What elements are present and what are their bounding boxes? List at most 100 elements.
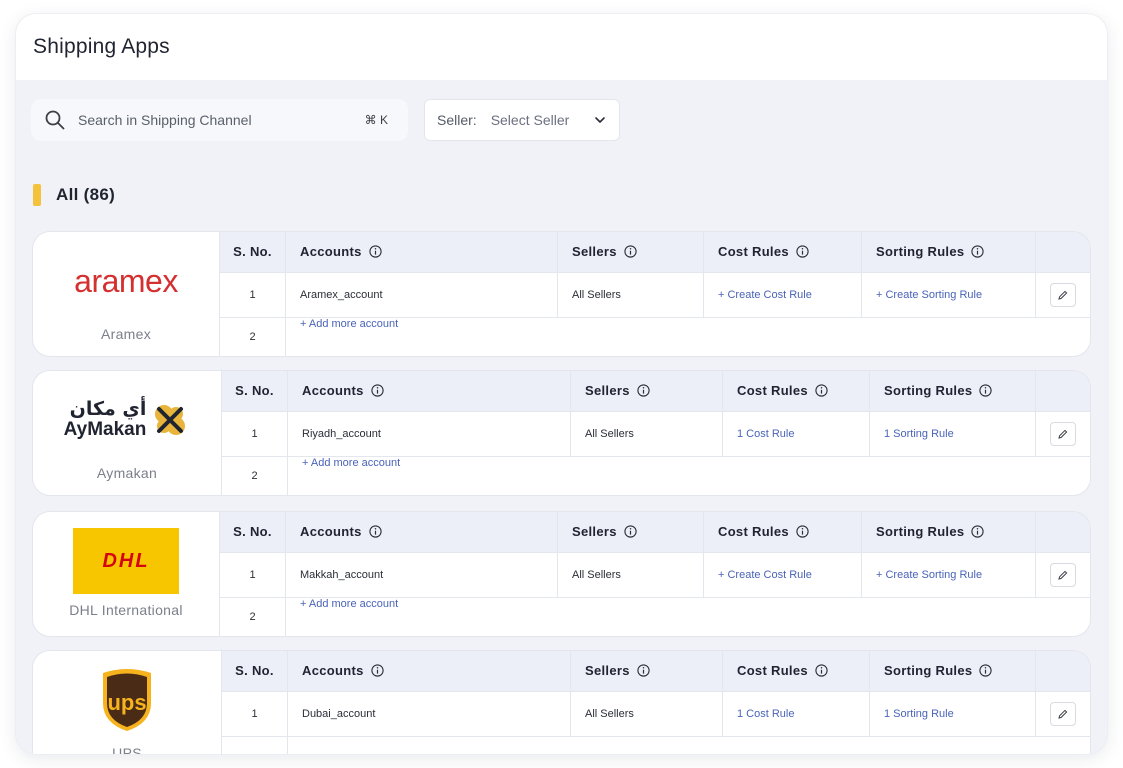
app-logo-column: aramex Aramex (33, 232, 220, 356)
create-cost-rule-link[interactable]: + Create Cost Rule (718, 289, 812, 301)
table-row: 1 Dubai_account All Sellers 1 Cost Rule … (222, 691, 1090, 738)
info-icon[interactable] (637, 384, 650, 397)
info-icon[interactable] (368, 245, 382, 258)
search-icon (45, 110, 65, 130)
sorting-rule-link[interactable]: 1 Sorting Rule (884, 708, 954, 720)
table-row: 1 Riyadh_account All Sellers 1 Cost Rule… (222, 411, 1090, 458)
row-sno: 1 (220, 272, 286, 318)
account-name: Dubai_account (288, 691, 571, 737)
info-icon[interactable] (624, 525, 637, 538)
page-header: Shipping Apps (16, 14, 1107, 80)
table-header-row: S. No. Accounts Sellers Cost Rules Sorti… (222, 371, 1090, 412)
sellers-value: All Sellers (571, 691, 723, 737)
shipping-app-card-aymakan: أي مكان AyMakan Aymakan S. No. Accounts … (32, 370, 1091, 496)
accounts-table: S. No. Accounts Sellers Cost Rules Sorti… (222, 371, 1090, 495)
header-actions (1036, 651, 1090, 691)
app-name: DHL International (69, 602, 183, 618)
header-sellers: Sellers (558, 232, 704, 272)
info-icon[interactable] (979, 664, 993, 677)
ups-logo-text: ups (107, 690, 147, 715)
app-name: Aramex (100, 326, 152, 342)
aramex-logo: aramex (74, 246, 178, 316)
header-sorting-rules: Sorting Rules (870, 651, 1036, 691)
table-header-row: S. No. Accounts Sellers Cost Rules Sorti… (220, 232, 1090, 273)
add-more-account-link[interactable]: + Add more account (288, 457, 1090, 495)
search-input[interactable]: Search in Shipping Channel ⌘ K (31, 99, 408, 141)
info-icon[interactable] (971, 525, 985, 538)
info-icon[interactable] (368, 525, 382, 538)
info-icon[interactable] (971, 245, 985, 258)
cost-rule-link[interactable]: 1 Cost Rule (737, 708, 794, 720)
info-icon[interactable] (815, 664, 828, 677)
info-icon[interactable] (624, 245, 637, 258)
cost-rule-link[interactable]: 1 Cost Rule (737, 428, 794, 440)
create-cost-rule-link[interactable]: + Create Cost Rule (718, 569, 812, 581)
account-name: Aramex_account (286, 272, 558, 318)
edit-button[interactable] (1050, 701, 1076, 726)
info-icon[interactable] (796, 525, 809, 538)
pencil-icon (1058, 290, 1068, 300)
header-sorting-rules: Sorting Rules (862, 512, 1036, 552)
add-more-account-link[interactable] (288, 737, 1090, 754)
sorting-rule-link[interactable]: 1 Sorting Rule (884, 428, 954, 440)
header-actions (1036, 232, 1090, 272)
header-sellers: Sellers (571, 371, 723, 411)
app-logo-column: أي مكان AyMakan Aymakan (33, 371, 222, 495)
info-icon[interactable] (370, 664, 384, 677)
row-sno: 2 (220, 318, 286, 356)
header-accounts: Accounts (288, 371, 571, 411)
add-more-account-link[interactable]: + Add more account (286, 598, 1090, 636)
table-row: 2 + Add more account (222, 457, 1090, 495)
sellers-value: All Sellers (558, 272, 704, 318)
table-row: 2 + Add more account (220, 598, 1090, 636)
header-cost-rules: Cost Rules (723, 651, 870, 691)
table-row (222, 737, 1090, 754)
header-sno: S. No. (222, 651, 288, 691)
add-more-account-link[interactable]: + Add more account (286, 318, 1090, 356)
header-accounts: Accounts (286, 232, 558, 272)
sellers-value: All Sellers (558, 552, 704, 598)
shipping-app-card-dhl: DHL DHL International S. No. Accounts Se… (32, 511, 1091, 637)
header-accounts: Accounts (286, 512, 558, 552)
seller-value: Select Seller (490, 112, 570, 128)
info-icon[interactable] (815, 384, 828, 397)
seller-label: Seller: (437, 112, 477, 128)
dhl-logo: DHL (73, 526, 179, 596)
aymakan-logo: أي مكان AyMakan (64, 385, 191, 455)
seller-select[interactable]: Seller: Select Seller (424, 99, 620, 141)
info-icon[interactable] (979, 384, 993, 397)
app-logo-column: DHL DHL International (33, 512, 220, 636)
header-sellers: Sellers (571, 651, 723, 691)
table-header-row: S. No. Accounts Sellers Cost Rules Sorti… (220, 512, 1090, 553)
create-sorting-rule-link[interactable]: + Create Sorting Rule (876, 569, 982, 581)
row-sno: 1 (222, 411, 288, 457)
info-icon[interactable] (796, 245, 809, 258)
table-row: 1 Aramex_account All Sellers + Create Co… (220, 272, 1090, 319)
info-icon[interactable] (637, 664, 650, 677)
edit-button[interactable] (1050, 282, 1076, 307)
accounts-table: S. No. Accounts Sellers Cost Rules Sorti… (222, 651, 1090, 754)
row-sno (222, 737, 288, 754)
row-sno: 1 (220, 552, 286, 598)
account-name: Makkah_account (286, 552, 558, 598)
header-sellers: Sellers (558, 512, 704, 552)
table-header-row: S. No. Accounts Sellers Cost Rules Sorti… (222, 651, 1090, 692)
app-name: Aymakan (96, 465, 158, 481)
page-title: Shipping Apps (33, 35, 170, 58)
row-sno: 1 (222, 691, 288, 737)
pencil-icon (1058, 570, 1068, 580)
header-sno: S. No. (220, 512, 286, 552)
pencil-icon (1058, 709, 1068, 719)
edit-button[interactable] (1050, 421, 1076, 446)
account-name: Riyadh_account (288, 411, 571, 457)
edit-button[interactable] (1050, 562, 1076, 587)
shipping-apps-window: Shipping Apps Search in Shipping Channel… (16, 14, 1107, 754)
table-row: 2 + Add more account (220, 318, 1090, 356)
info-icon[interactable] (370, 384, 384, 397)
toolbar: Search in Shipping Channel ⌘ K Seller: S… (31, 99, 1107, 141)
create-sorting-rule-link[interactable]: + Create Sorting Rule (876, 289, 982, 301)
section-accent-bar (33, 184, 41, 206)
section-heading: All (86) (33, 184, 115, 206)
ups-logo: ups (99, 665, 155, 735)
aymakan-logo-arabic: أي مكان (69, 398, 147, 420)
